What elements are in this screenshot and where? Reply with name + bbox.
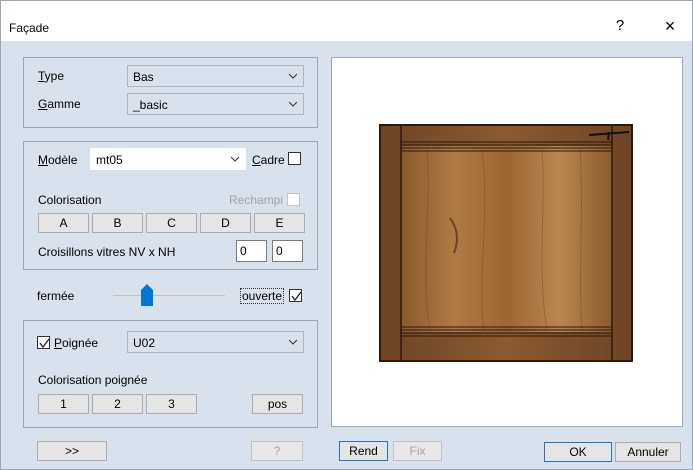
color-button-b[interactable]: B [92,213,143,233]
fix-button[interactable]: Fix [393,441,442,461]
type-select[interactable]: Bas [127,65,304,87]
help-disabled-button[interactable]: ? [251,441,303,461]
handle-group: Poignée U02 Colorisation poignée 1 2 3 p… [23,320,318,428]
modele-select[interactable]: mt05 [90,148,246,170]
ok-button[interactable]: OK [544,442,612,462]
chevron-down-icon [289,73,297,79]
poignee-label: Poignée [54,336,99,350]
door-preview [331,57,683,427]
handle-color-button-3[interactable]: 3 [146,394,197,414]
ouverte-label: ouverte [240,288,285,304]
colorisation-label: Colorisation [38,193,102,207]
ouverte-checkbox[interactable] [289,289,302,302]
color-button-c[interactable]: C [146,213,197,233]
chevron-down-icon [289,101,297,107]
gamme-label: Gamme [38,97,81,111]
annuler-button[interactable]: Annuler [615,442,681,462]
chevron-down-icon [231,156,239,162]
gamme-select-value: _basic [133,98,168,112]
handle-color-button-2[interactable]: 2 [92,394,143,414]
rechampi-label: Rechampi [229,193,284,207]
cadre-label: Cadre [252,153,285,167]
poignee-select-value: U02 [133,336,156,350]
fermee-label: fermée [37,289,75,303]
rechampi-checkbox[interactable] [287,193,300,206]
poignee-checkbox[interactable] [37,336,50,349]
colorisation-poignee-label: Colorisation poignée [38,373,148,387]
title-bar: Façade ? × [1,1,692,41]
color-button-a[interactable]: A [38,213,89,233]
handle-color-button-1[interactable]: 1 [38,394,89,414]
expand-button[interactable]: >> [37,441,107,461]
pos-button[interactable]: pos [252,394,303,414]
checkmark-icon [39,338,50,349]
poignee-select[interactable]: U02 [127,331,304,353]
modele-label: Modèle [38,153,78,167]
type-select-value: Bas [133,70,154,84]
help-button[interactable]: ? [611,17,629,35]
type-group: Type Bas Gamme _basic [23,57,318,128]
cadre-checkbox[interactable] [288,152,301,165]
facade-dialog: Façade ? × Type Bas Gamme _basic Modèle … [0,0,693,470]
croisillons-label: Croisillons vitres NV x NH [38,245,176,259]
window-title: Façade [9,21,50,35]
color-button-d[interactable]: D [200,213,251,233]
opening-slider-track[interactable] [113,295,225,297]
rend-button[interactable]: Rend [339,441,388,461]
model-group: Modèle mt05 Cadre Colorisation Rechampi … [23,141,318,270]
opening-slider-thumb[interactable] [140,284,153,306]
type-label: Type [38,69,65,83]
gamme-select[interactable]: _basic [127,93,304,115]
nh-input[interactable]: 0 [272,240,303,262]
color-button-e[interactable]: E [254,213,305,233]
chevron-down-icon [289,339,297,345]
close-button[interactable]: × [657,15,683,37]
door-front-image [379,124,633,362]
checkmark-icon [291,291,302,302]
modele-select-value: mt05 [96,153,123,167]
nv-input[interactable]: 0 [236,240,267,262]
